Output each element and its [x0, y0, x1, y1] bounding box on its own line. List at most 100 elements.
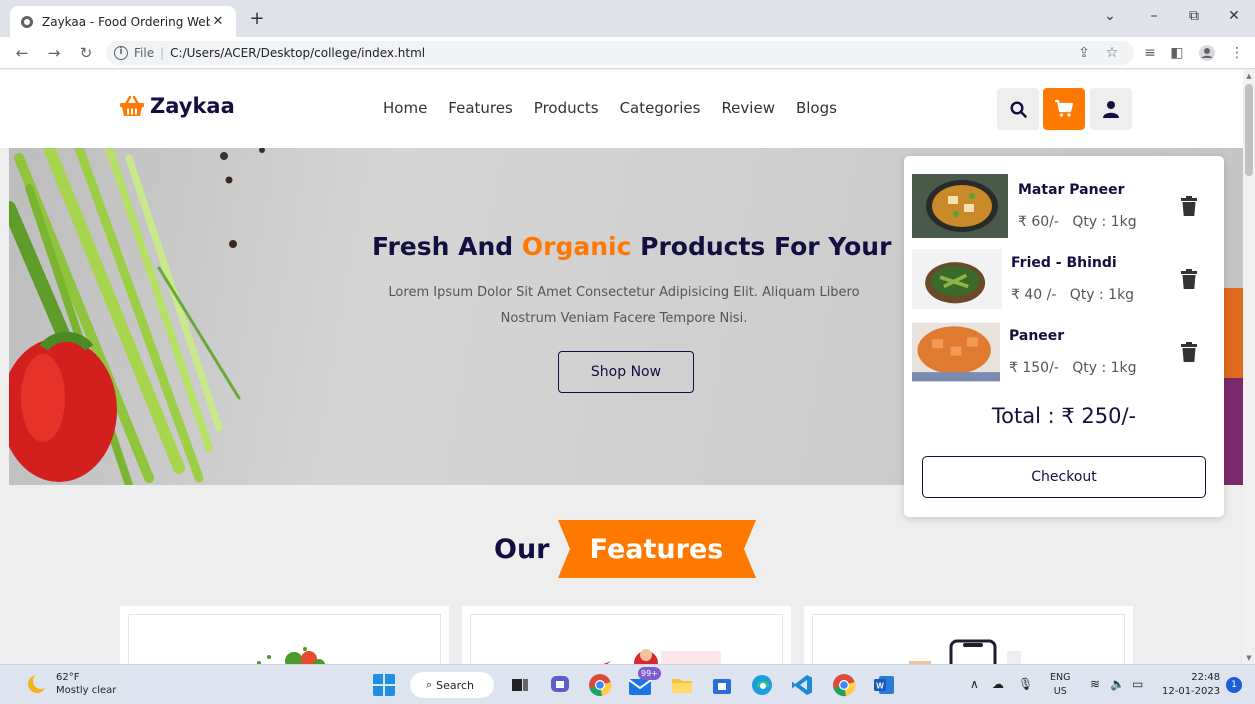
features-heading-our: Our — [494, 533, 550, 565]
info-icon[interactable]: i — [114, 46, 128, 60]
cart-item-name: Paneer — [1009, 328, 1065, 344]
profile-icon[interactable] — [1198, 44, 1216, 62]
hero-title-highlight: Organic — [521, 232, 632, 261]
page-scrollbar[interactable]: ▲ ▼ — [1243, 70, 1255, 664]
mail-badge: 99+ — [638, 667, 661, 680]
hero-title: Fresh And Organic Products For Your — [372, 232, 892, 261]
task-view-icon[interactable] — [508, 673, 532, 697]
nav-link-review[interactable]: Review — [721, 99, 775, 117]
store-icon[interactable] — [710, 673, 734, 697]
paneer-image — [912, 322, 1000, 382]
search-icon: ⌕ — [426, 678, 433, 691]
temperature: 62°F — [56, 672, 80, 683]
chrome-active-icon[interactable] — [832, 673, 856, 697]
site-header: Zaykaa Home Features Products Categories… — [0, 70, 1243, 148]
moon-icon — [28, 673, 48, 693]
word-icon[interactable]: W — [872, 673, 896, 697]
new-tab-button[interactable]: + — [246, 8, 268, 30]
side-panel-icon[interactable]: ◧ — [1168, 44, 1186, 62]
browser-tab[interactable]: Zaykaa - Food Ordering Website ✕ — [10, 6, 236, 37]
notification-badge[interactable]: 1 — [1226, 677, 1242, 693]
file-explorer-icon[interactable] — [670, 673, 694, 697]
features-heading: Our Features — [494, 520, 756, 578]
main-nav: Home Features Products Categories Review… — [383, 99, 858, 117]
url-text: C:/Users/ACER/Desktop/college/index.html — [170, 46, 426, 60]
cart-item-price: ₹ 150/- Qty : 1kg — [1009, 360, 1137, 376]
scrollbar-thumb[interactable] — [1245, 84, 1253, 176]
clock[interactable]: 22:48 12-01-2023 — [1162, 671, 1220, 699]
features-ribbon: Features — [557, 520, 756, 578]
features-heading-highlight: Features — [589, 533, 724, 565]
clock-date: 12-01-2023 — [1162, 686, 1221, 697]
cart-item: Matar Paneer ₹ 60/- Qty : 1kg — [912, 174, 1216, 240]
nav-link-categories[interactable]: Categories — [620, 99, 701, 117]
tab-close-icon[interactable]: ✕ — [210, 14, 226, 29]
vegetables-image — [9, 148, 241, 485]
volume-icon[interactable]: 🔈 — [1110, 677, 1125, 691]
browser-tab-strip: Zaykaa - Food Ordering Website ✕ + ⌄ – ⧉… — [0, 0, 1255, 37]
search-icon — [1009, 100, 1027, 118]
restore-icon[interactable]: ⧉ — [1182, 8, 1206, 24]
edge-icon[interactable] — [750, 673, 774, 697]
language-indicator[interactable]: ENG US — [1050, 671, 1070, 699]
delete-item-icon[interactable] — [1181, 269, 1197, 289]
cart-item: Paneer ₹ 150/- Qty : 1kg — [912, 320, 1216, 386]
shop-now-button[interactable]: Shop Now — [558, 351, 694, 393]
cart-button[interactable] — [1043, 88, 1085, 130]
microphone-icon[interactable]: 🎙 — [1018, 677, 1033, 691]
user-button[interactable] — [1090, 88, 1132, 130]
taskbar-search[interactable]: ⌕ Search — [410, 672, 494, 698]
tray-overflow-icon[interactable]: ∧ — [970, 677, 979, 691]
nav-link-products[interactable]: Products — [534, 99, 599, 117]
reading-list-icon[interactable]: ≡ — [1141, 44, 1159, 62]
nav-link-blogs[interactable]: Blogs — [796, 99, 837, 117]
globe-icon — [21, 15, 33, 28]
forward-icon[interactable]: → — [44, 43, 64, 63]
windows-start-icon[interactable] — [372, 673, 396, 697]
weather-widget[interactable]: 62°F Mostly clear — [26, 671, 116, 697]
tab-search-icon[interactable]: ⌄ — [1098, 8, 1122, 24]
clock-time: 22:48 — [1191, 672, 1221, 683]
matar-paneer-image — [912, 174, 1008, 238]
delete-item-icon[interactable] — [1181, 196, 1197, 216]
tab-title: Zaykaa - Food Ordering Website — [42, 14, 210, 29]
battery-icon[interactable]: ▭ — [1132, 677, 1143, 691]
close-window-icon[interactable]: ✕ — [1222, 8, 1246, 24]
search-button[interactable] — [997, 88, 1039, 130]
mail-app[interactable]: 99+ — [628, 667, 661, 699]
menu-icon[interactable]: ⋮ — [1228, 44, 1246, 62]
peppercorns — [220, 148, 265, 248]
wifi-icon[interactable]: ≋ — [1090, 677, 1100, 691]
weather-status: Mostly clear — [56, 685, 117, 696]
checkout-button[interactable]: Checkout — [922, 456, 1206, 498]
address-bar: ← → ↻ i File | C:/Users/ACER/Desktop/col… — [0, 37, 1255, 69]
scroll-up-icon[interactable]: ▲ — [1243, 72, 1255, 80]
delete-item-icon[interactable] — [1181, 342, 1197, 362]
taskbar-search-label: Search — [436, 678, 474, 692]
logo[interactable]: Zaykaa — [120, 94, 235, 118]
user-icon — [1103, 101, 1119, 118]
minimize-icon[interactable]: – — [1142, 8, 1166, 24]
share-icon[interactable]: ⇪ — [1075, 44, 1093, 62]
cart-item: Fried - Bhindi ₹ 40 /- Qty : 1kg — [912, 247, 1216, 313]
cart-item-price: ₹ 60/- Qty : 1kg — [1018, 214, 1137, 230]
cart-item-qty: Qty : 1kg — [1072, 360, 1137, 376]
teams-chat-icon[interactable] — [548, 673, 572, 697]
cart-item-qty: Qty : 1kg — [1069, 287, 1135, 303]
hero-description: Lorem Ipsum Dolor Sit Amet Consectetur A… — [388, 285, 860, 326]
scroll-down-icon[interactable]: ▼ — [1243, 654, 1255, 662]
nav-link-home[interactable]: Home — [383, 99, 427, 117]
bookmark-star-icon[interactable]: ☆ — [1103, 44, 1121, 62]
reload-icon[interactable]: ↻ — [76, 43, 96, 63]
cart-item-price: ₹ 40 /- Qty : 1kg — [1011, 287, 1135, 303]
file-label: File — [134, 46, 155, 60]
vscode-icon[interactable] — [790, 673, 814, 697]
basket-icon — [120, 96, 144, 116]
back-icon[interactable]: ← — [12, 43, 32, 63]
chrome-icon[interactable] — [588, 673, 612, 697]
onedrive-icon[interactable]: ☁ — [992, 677, 1004, 691]
fried-bhindi-image — [912, 249, 1002, 309]
cart-item-qty: Qty : 1kg — [1072, 214, 1137, 230]
url-field[interactable]: i File | C:/Users/ACER/Desktop/college/i… — [106, 41, 1134, 65]
nav-link-features[interactable]: Features — [448, 99, 513, 117]
